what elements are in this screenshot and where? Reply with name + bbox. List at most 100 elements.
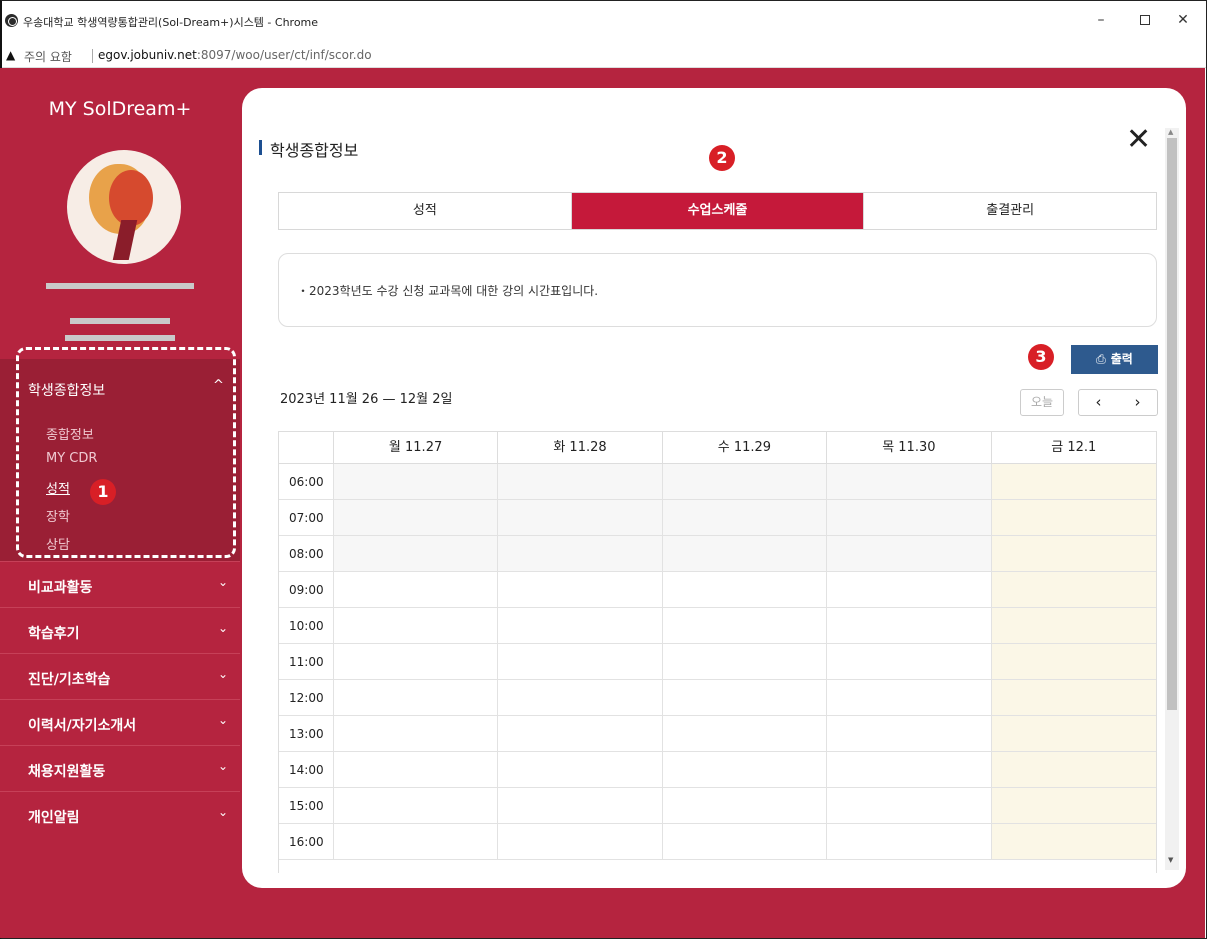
calendar-cell[interactable] [827,464,992,499]
calendar-cell[interactable] [991,608,1156,643]
time-label: 07:00 [279,500,334,535]
today-button[interactable]: 오늘 [1020,389,1064,416]
calendar-cell[interactable] [827,608,992,643]
notice-box: ・2023학년도 수강 신청 교과목에 대한 강의 시간표입니다. [278,253,1157,327]
scroll-up-icon[interactable]: ▲ [1168,128,1173,136]
calendar-cell[interactable] [498,644,663,679]
print-icon: ⎙ [1096,352,1106,366]
calendar-cell[interactable] [498,716,663,751]
calendar-cell[interactable] [663,752,828,787]
menu-learning-review[interactable]: 학습후기 ⌄ [0,607,240,653]
warning-icon[interactable]: ▲ [6,48,15,62]
calendar-cell[interactable] [662,536,828,571]
prev-week-button[interactable]: ‹ [1079,390,1118,415]
close-window-button[interactable]: ✕ [1173,8,1193,32]
calendar-cell[interactable] [334,608,499,643]
modal-title: 학생종합정보 [258,137,358,161]
calendar-cell[interactable] [498,680,663,715]
time-label: 10:00 [279,608,334,643]
calendar-cell[interactable] [334,572,499,607]
calendar-cell[interactable] [991,500,1156,535]
tab-grades[interactable]: 성적 [279,193,572,229]
day-header-today: 금 12.1 [1051,440,1097,455]
calendar-cell[interactable] [498,788,663,823]
week-navigation: ‹ › [1078,389,1158,416]
calendar-cell[interactable] [498,608,663,643]
calendar-cell[interactable] [827,572,992,607]
highlight-box [16,347,236,558]
calendar-cell[interactable] [991,788,1156,823]
calendar-cell[interactable] [663,680,828,715]
calendar-cell[interactable] [991,464,1156,499]
menu-resume[interactable]: 이력서/자기소개서 ⌄ [0,699,240,745]
calendar-cell[interactable] [334,824,499,859]
url-host: egov.jobuniv.net [98,48,197,62]
calendar-cell[interactable] [991,536,1156,571]
menu-extracurricular[interactable]: 비교과활동 ⌄ [0,561,240,607]
minimize-button[interactable]: – [1091,8,1111,32]
chevron-down-icon: ⌄ [218,713,229,727]
calendar-cell[interactable] [333,464,499,499]
calendar-cell[interactable] [662,464,828,499]
calendar-cell[interactable] [334,788,499,823]
close-modal-button[interactable]: ✕ [1126,123,1151,157]
calendar-cell[interactable] [663,572,828,607]
calendar-cell[interactable] [991,680,1156,715]
security-warning-text[interactable]: 주의 요함 [24,48,72,65]
calendar-cell[interactable] [663,644,828,679]
calendar-cell[interactable] [663,716,828,751]
tab-attendance[interactable]: 출결관리 [864,193,1156,229]
calendar-cell[interactable] [498,824,663,859]
calendar-cell[interactable] [498,500,663,535]
menu-label: 진단/기초학습 [28,672,111,688]
calendar-cell[interactable] [334,680,499,715]
chevron-down-icon: ⌄ [218,575,229,589]
next-week-button[interactable]: › [1118,390,1157,415]
calendar-cell[interactable] [333,536,499,571]
menu-diagnosis[interactable]: 진단/기초학습 ⌄ [0,653,240,699]
print-button[interactable]: ⎙ 출력 [1071,345,1158,374]
time-header [279,432,334,463]
calendar-cell[interactable] [498,536,663,571]
menu-notifications[interactable]: 개인알림 ⌄ [0,791,240,837]
calendar-cell[interactable] [827,788,992,823]
url-text[interactable]: egov.jobuniv.net:8097/woo/user/ct/inf/sc… [98,48,372,62]
calendar-cell[interactable] [991,752,1156,787]
calendar-cell[interactable] [333,500,499,535]
calendar-cell[interactable] [498,752,663,787]
calendar-cell[interactable] [827,536,992,571]
calendar-cell[interactable] [663,788,828,823]
calendar-cell[interactable] [498,464,663,499]
student-info-modal: 학생종합정보 ✕ 2 성적 수업스케줄 출결관리 ・2023학년도 수강 신청 … [242,88,1186,888]
title-bar: 우송대학교 학생역량통합관리(Sol-Dream+)시스템 - Chrome –… [2,1,1206,45]
calendar-cell[interactable] [663,824,828,859]
calendar-cell[interactable] [334,716,499,751]
modal-scrollbar[interactable]: ▲ ▼ [1165,128,1179,870]
calendar-cell[interactable] [991,644,1156,679]
calendar-cell[interactable] [498,572,663,607]
scrollbar-thumb[interactable] [1167,138,1177,710]
avatar-art-accent [109,170,153,226]
avatar [67,150,181,264]
address-bar[interactable]: ▲ 주의 요함 egov.jobuniv.net:8097/woo/user/c… [2,45,1206,68]
maximize-button[interactable] [1135,8,1155,32]
scroll-down-icon[interactable]: ▼ [1168,856,1173,864]
calendar-cell[interactable] [827,752,992,787]
print-label: 출력 [1110,352,1133,366]
calendar-cell[interactable] [991,716,1156,751]
calendar-cell[interactable] [827,644,992,679]
tab-class-schedule[interactable]: 수업스케줄 [571,193,865,229]
calendar-cell[interactable] [827,680,992,715]
calendar-cell[interactable] [827,716,992,751]
calendar-cell[interactable] [662,500,828,535]
calendar-cell[interactable] [991,824,1156,859]
calendar-cell[interactable] [827,500,992,535]
calendar-cell[interactable] [663,608,828,643]
calendar-cell[interactable] [334,752,499,787]
brand-title: MY SolDream+ [48,98,192,120]
calendar-cell[interactable] [991,572,1156,607]
calendar-cell[interactable] [334,644,499,679]
calendar-cell[interactable] [827,824,992,859]
weekly-calendar: 월 11.27 화 11.28 수 11.29 목 11.30 금 12.1 0… [278,431,1157,873]
menu-job-application[interactable]: 채용지원활동 ⌄ [0,745,240,791]
